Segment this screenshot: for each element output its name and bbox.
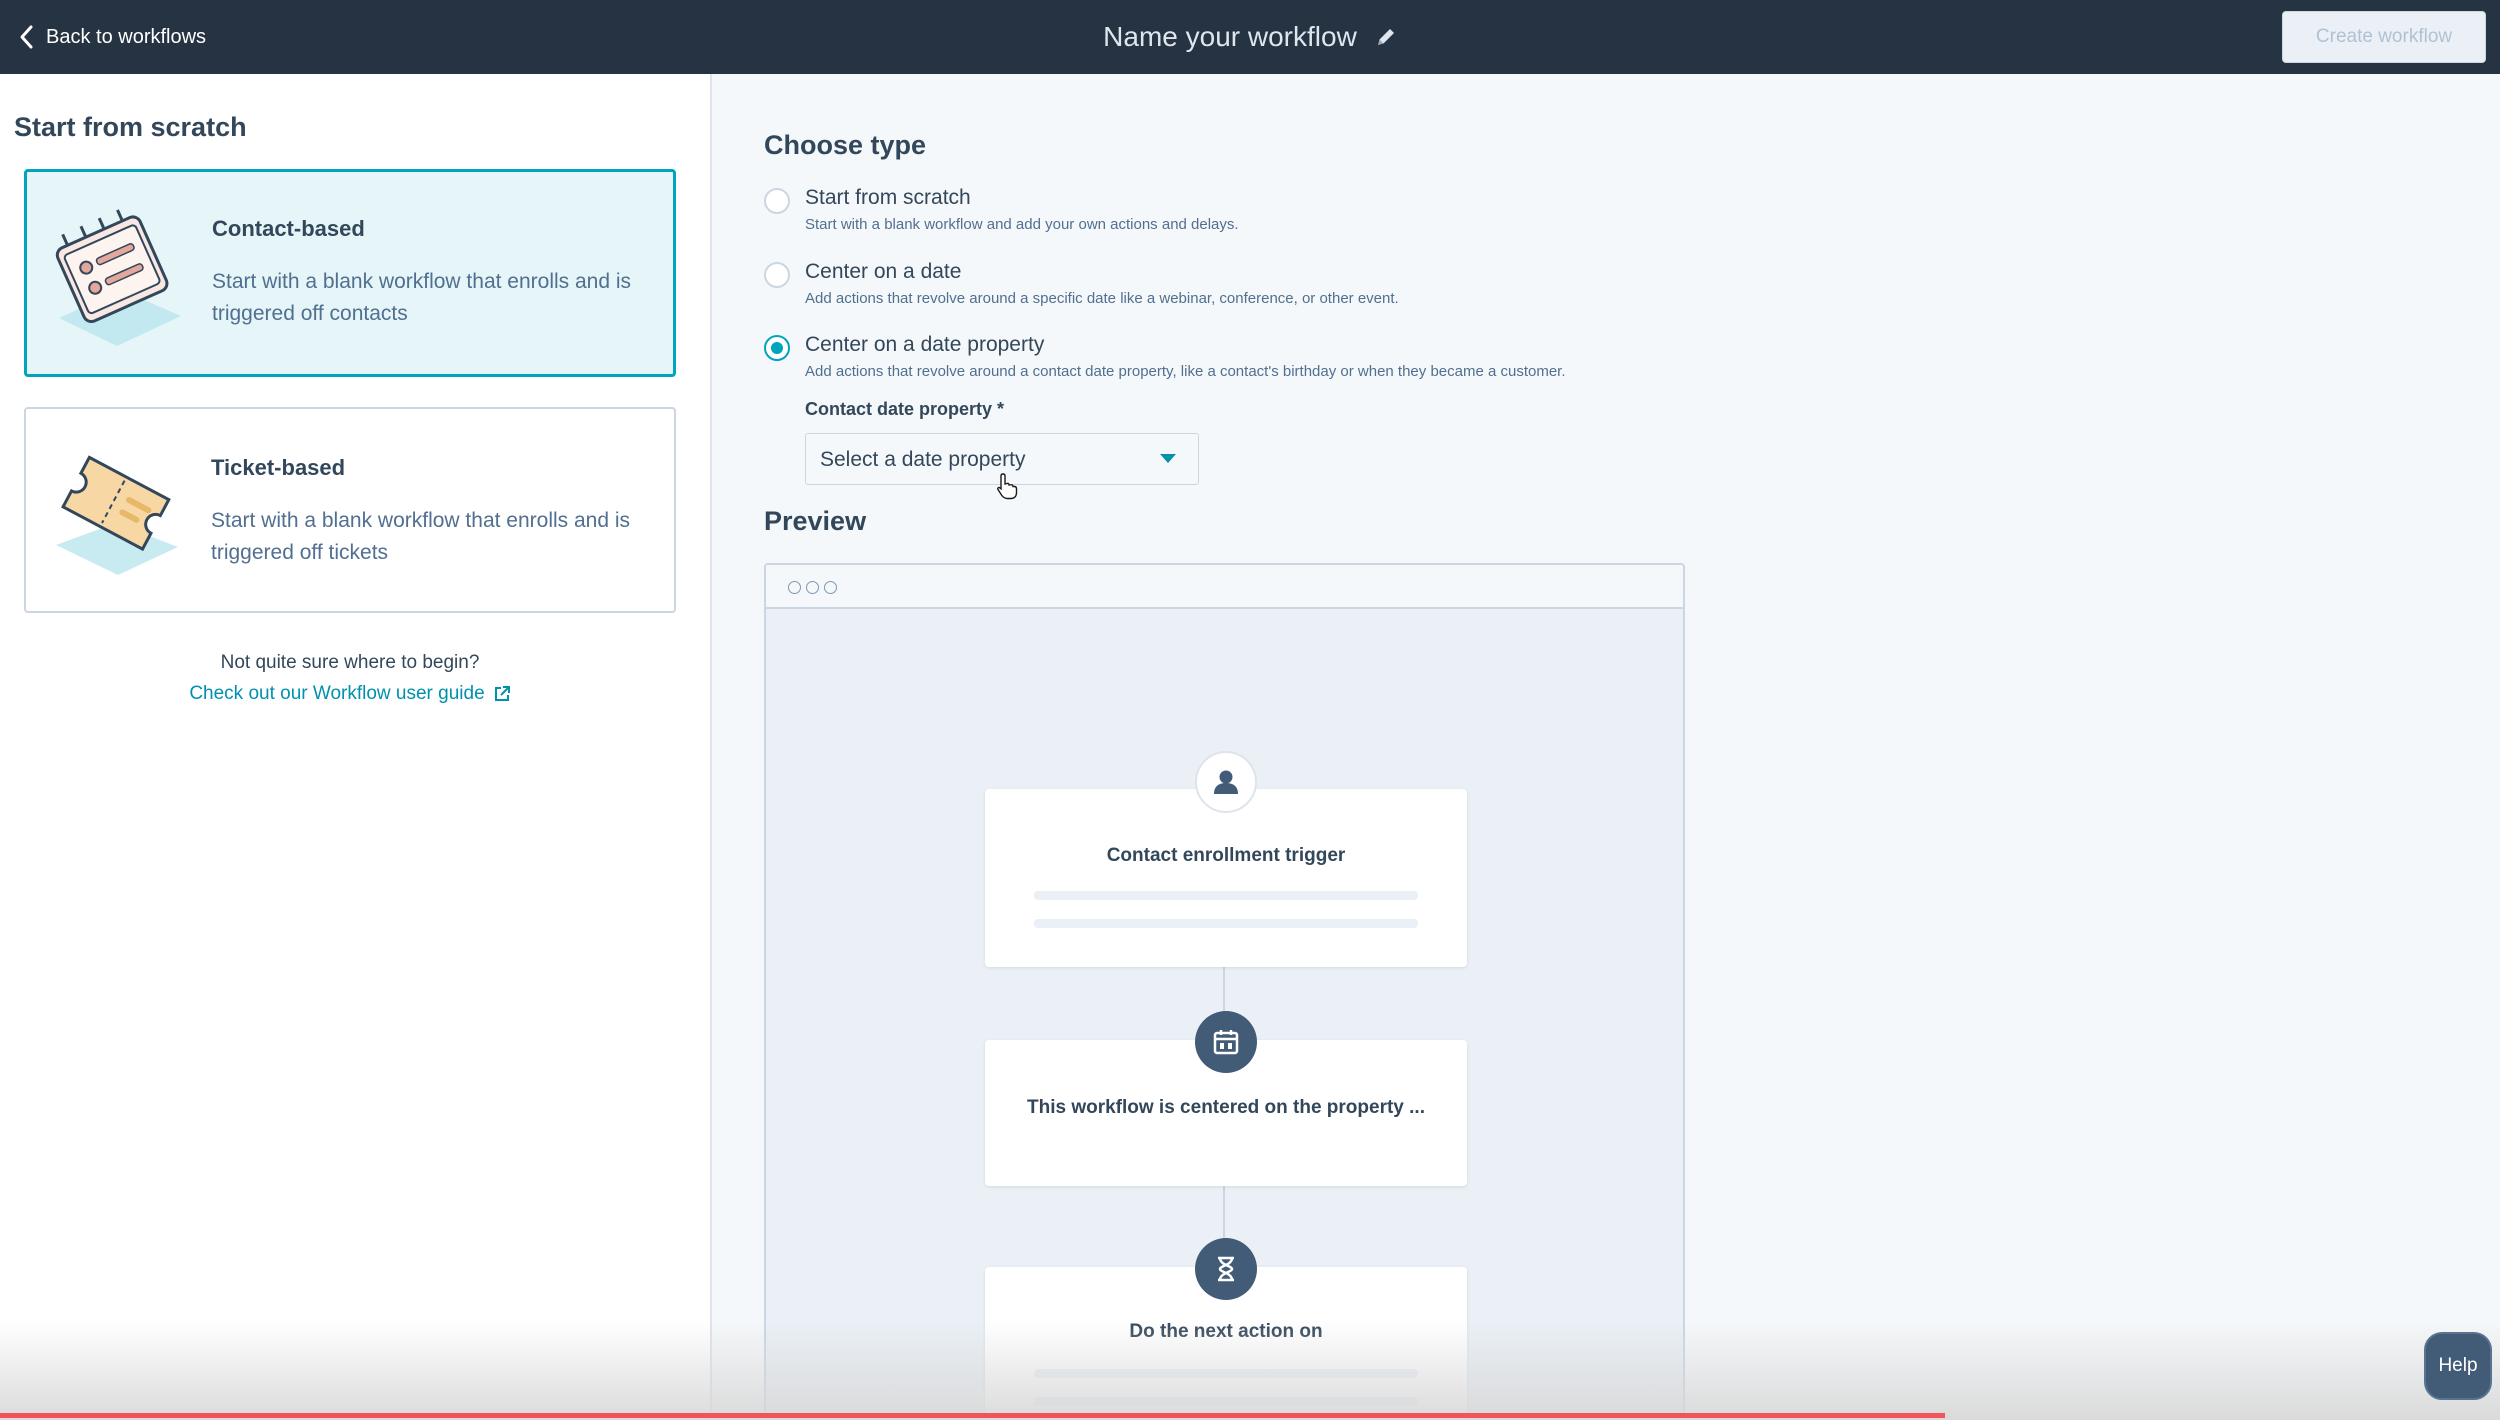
hourglass-icon [1195, 1238, 1257, 1300]
top-bar: Back to workflows Name your workflow Cre… [0, 0, 2500, 74]
guide-link-label: Check out our Workflow user guide [189, 683, 485, 704]
choose-type-heading: Choose type [764, 130, 927, 160]
contact-date-property-label: Contact date property * [805, 399, 1005, 419]
enrollment-trigger-card: Contact enrollment trigger [985, 789, 1467, 967]
card-description: Start with a blank workflow that enrolls… [211, 509, 631, 564]
card-description: Start with a blank workflow that enrolls… [212, 270, 632, 325]
calendar-icon [1195, 1011, 1257, 1073]
step-title: Do the next action on [1129, 1321, 1323, 1342]
contact-based-card[interactable]: Contact-based Start with a blank workflo… [24, 169, 676, 377]
option-description: Add actions that revolve around a contac… [805, 363, 1566, 380]
left-panel: Start from scratch Contact-based Start w… [0, 74, 712, 1420]
option-description: Start with a blank workflow and add your… [805, 216, 1239, 233]
contact-card-illustration-icon [55, 209, 181, 346]
progress-accent-bar [0, 1413, 1945, 1418]
workflow-guide-link[interactable]: Check out our Workflow user guide [0, 683, 700, 705]
step-title: This workflow is centered on the propert… [1026, 1097, 1425, 1118]
ticket-based-card[interactable]: Ticket-based Start with a blank workflow… [24, 407, 676, 613]
radio-button-checked[interactable] [764, 335, 790, 361]
placeholder-line [1034, 1369, 1418, 1378]
workflow-name-text[interactable]: Name your workflow [1103, 21, 1357, 53]
person-icon [1195, 751, 1257, 813]
main-content: Choose type Start from scratch Start wit… [714, 74, 2500, 1420]
pencil-icon[interactable] [1375, 26, 1397, 48]
card-title: Contact-based [212, 216, 365, 241]
workflow-name: Name your workflow [0, 0, 2500, 74]
preview-window-bar [766, 565, 1683, 609]
radio-button[interactable] [764, 262, 790, 288]
select-placeholder: Select a date property [820, 448, 1026, 471]
caret-down-icon [1160, 454, 1176, 463]
hand-cursor-icon [997, 473, 1018, 500]
placeholder-line [1034, 919, 1418, 928]
external-link-icon [494, 686, 510, 701]
window-dot-icon [788, 581, 801, 594]
ticket-card-illustration-icon [56, 455, 178, 575]
placeholder-line [1034, 1397, 1418, 1406]
placeholder-line [1034, 891, 1418, 900]
card-title: Ticket-based [211, 455, 346, 480]
option-label: Center on a date property [805, 333, 1045, 356]
help-text: Not quite sure where to begin? [220, 652, 480, 673]
option-label: Center on a date [805, 260, 962, 283]
option-label: Start from scratch [805, 186, 971, 209]
window-dot-icon [806, 581, 819, 594]
create-workflow-button[interactable]: Create workflow [2282, 11, 2486, 63]
help-button[interactable]: Help [2424, 1332, 2492, 1400]
step-title: Contact enrollment trigger [1106, 845, 1346, 866]
preview-heading: Preview [764, 506, 867, 536]
radio-button[interactable] [764, 188, 790, 214]
option-description: Add actions that revolve around a specif… [805, 290, 1399, 307]
preview-window: Contact enrollment trigger This workflow… [764, 563, 1685, 1420]
left-heading: Start from scratch [14, 112, 247, 142]
window-dot-icon [824, 581, 837, 594]
